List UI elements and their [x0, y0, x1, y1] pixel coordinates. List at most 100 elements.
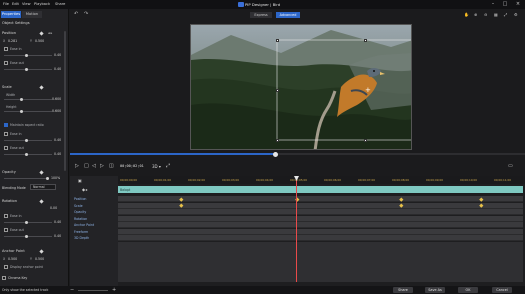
rotation-ease-in-value[interactable]: 0.40 — [54, 220, 61, 224]
scale-ease-out-value[interactable]: 0.40 — [54, 152, 61, 156]
scale-height-knob[interactable] — [20, 109, 23, 113]
add-keyframe-icon[interactable]: ◆◂ — [82, 187, 87, 192]
rotation-ease-out-checkbox[interactable] — [4, 228, 8, 232]
scale-ease-in-knob[interactable] — [25, 138, 28, 142]
scale-ease-out-knob[interactable] — [25, 152, 28, 156]
menu-share[interactable]: Share — [55, 2, 65, 6]
scrub-track[interactable] — [70, 151, 525, 157]
opacity-value[interactable]: 100% — [51, 176, 60, 180]
keyframe[interactable] — [479, 197, 484, 201]
tab-motion[interactable]: Motion — [22, 11, 42, 18]
track-position[interactable]: Position — [74, 197, 86, 201]
scale-ease-in-slider[interactable] — [4, 140, 52, 141]
lane-scale[interactable] — [118, 202, 523, 209]
minimize-icon[interactable]: – — [488, 1, 498, 8]
opacity-slider[interactable] — [4, 178, 48, 179]
opacity-keyframe-icon[interactable] — [39, 170, 44, 175]
timeline-zoom-slider[interactable] — [78, 290, 108, 291]
rotation-value[interactable]: 0.00 — [50, 206, 57, 210]
opacity-knob[interactable] — [46, 176, 49, 180]
track-opacity[interactable]: Opacity — [74, 210, 86, 214]
maximize-icon[interactable]: □ — [500, 1, 510, 8]
track-scale[interactable]: Scale — [74, 204, 83, 208]
rotation-ease-out-slider[interactable] — [4, 236, 52, 237]
position-ease-in-slider[interactable] — [4, 55, 52, 56]
timeline-settings-icon[interactable]: ▣ — [78, 178, 82, 183]
stop-icon[interactable]: □ — [84, 163, 89, 169]
maintain-aspect-checkbox[interactable] — [4, 123, 8, 127]
scale-width-knob[interactable] — [20, 97, 23, 101]
play-icon[interactable]: ▷ — [75, 163, 79, 169]
position-keyframe-icon[interactable] — [39, 31, 44, 36]
track-3d-depth[interactable]: 3D Depth — [74, 236, 89, 240]
grid-icon[interactable]: ▦ — [494, 12, 498, 17]
anchor-x-value[interactable]: 0.500 — [8, 257, 17, 261]
rotation-ease-in-slider[interactable] — [4, 222, 52, 223]
blending-mode-dropdown[interactable]: Normal — [30, 184, 56, 190]
position-nav-icon[interactable]: ◂ ▸ — [48, 31, 52, 35]
anchor-y-value[interactable]: 0.500 — [35, 257, 44, 261]
scale-keyframe-icon[interactable] — [39, 85, 44, 90]
previous-frame-icon[interactable]: ◁ — [92, 163, 96, 169]
track-anchor-point[interactable]: Anchor Point — [74, 223, 94, 227]
anchor-keyframe-icon[interactable] — [39, 249, 44, 254]
rotation-ease-in-knob[interactable] — [25, 220, 28, 224]
clip-bar[interactable]: Balopt — [118, 186, 523, 193]
view-express-button[interactable]: Express — [250, 12, 272, 18]
zoom-in-icon[interactable]: ⊕ — [474, 12, 477, 17]
zoom-plus-icon[interactable]: + — [112, 287, 116, 293]
zoom-minus-icon[interactable]: − — [70, 287, 74, 293]
scale-ease-in-checkbox[interactable] — [4, 132, 8, 136]
scale-ease-out-slider[interactable] — [4, 154, 52, 155]
undo-icon[interactable]: ↶ — [74, 11, 78, 17]
3d-toggle-icon[interactable]: 3D ▾ — [152, 164, 161, 169]
resize-handle-left[interactable] — [275, 88, 279, 92]
position-ease-in-value[interactable]: 0.40 — [54, 53, 61, 57]
snapshot-icon[interactable]: ◫ — [109, 163, 114, 169]
menu-file[interactable]: File — [3, 2, 9, 6]
redo-icon[interactable]: ↷ — [84, 11, 88, 17]
playhead[interactable] — [296, 176, 297, 282]
display-anchor-checkbox[interactable] — [4, 265, 8, 269]
menu-playback[interactable]: Playback — [34, 2, 50, 6]
lane-opacity[interactable] — [118, 209, 523, 215]
anchor-crosshair-icon[interactable]: + — [365, 87, 371, 94]
lane-position[interactable] — [118, 196, 523, 202]
position-x-value[interactable]: 0.281 — [8, 39, 17, 43]
keyframe[interactable] — [179, 203, 184, 208]
rotation-keyframe-icon[interactable] — [39, 199, 44, 204]
cancel-button[interactable]: Cancel — [492, 287, 512, 293]
scale-ease-in-value[interactable]: 0.40 — [54, 138, 61, 142]
scale-ease-out-checkbox[interactable] — [4, 146, 8, 150]
timecode-display[interactable]: 00;00;02;01 — [120, 164, 144, 168]
resize-handle-bottom[interactable] — [363, 138, 367, 142]
fullscreen-icon[interactable]: ⤢ — [166, 163, 170, 169]
lane-rotation[interactable] — [118, 215, 523, 222]
monitor-icon[interactable]: ▭ — [508, 163, 513, 169]
keyframe[interactable] — [399, 203, 404, 208]
position-ease-in-knob[interactable] — [25, 53, 28, 57]
scale-width-slider[interactable] — [4, 99, 52, 100]
next-frame-icon[interactable]: ▷ — [100, 163, 104, 169]
time-ruler[interactable]: 00;00;00;00 00;00;01;00 00;00;02;00 00;0… — [118, 176, 525, 184]
position-ease-in-checkbox[interactable] — [4, 47, 8, 51]
position-ease-out-knob[interactable] — [25, 67, 28, 71]
keyframe[interactable] — [479, 203, 484, 208]
close-icon[interactable]: × — [513, 1, 523, 8]
rotation-ease-in-checkbox[interactable] — [4, 214, 8, 218]
lane-freeform[interactable] — [118, 228, 523, 235]
preview-canvas[interactable]: + — [190, 24, 412, 150]
rotation-ease-out-value[interactable]: 0.40 — [54, 234, 61, 238]
position-ease-out-slider[interactable] — [4, 69, 52, 70]
ok-button[interactable]: OK — [458, 287, 478, 293]
lane-anchor-point[interactable] — [118, 222, 523, 228]
menu-view[interactable]: View — [22, 2, 31, 6]
lane-3d-depth[interactable] — [118, 235, 523, 241]
resize-handle-top-left[interactable] — [275, 38, 279, 42]
scale-width-value[interactable]: 0.600 — [52, 97, 61, 101]
track-freeform[interactable]: Freeform — [74, 230, 88, 234]
resize-handle-top[interactable] — [363, 38, 367, 42]
keyframe[interactable] — [179, 197, 184, 201]
chroma-key-checkbox[interactable] — [2, 276, 6, 280]
keyframe[interactable] — [399, 197, 404, 201]
